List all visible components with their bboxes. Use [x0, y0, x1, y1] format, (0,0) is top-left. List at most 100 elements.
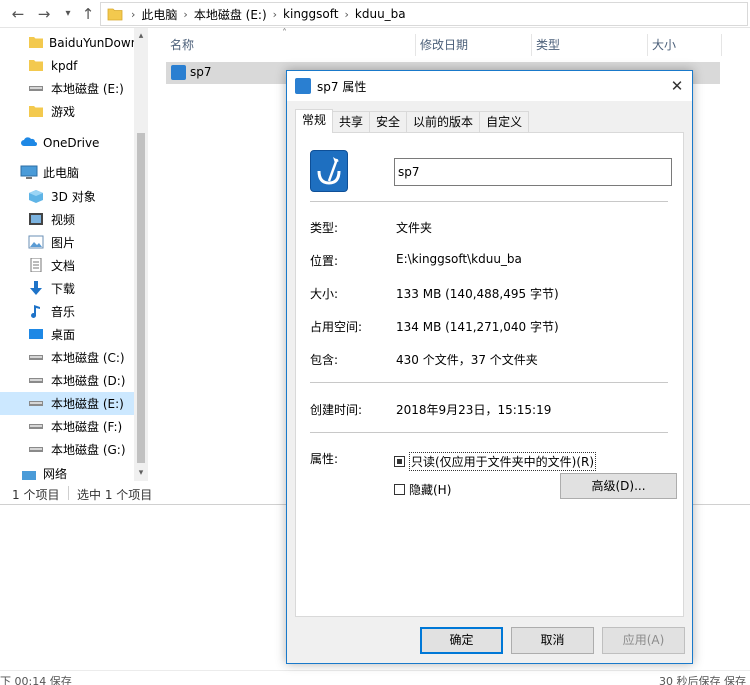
divider	[68, 486, 69, 500]
sidebar-item-3d-objects[interactable]: 3D 对象	[0, 185, 134, 208]
sidebar-item-drive-e-quick[interactable]: 本地磁盘 (E:)	[0, 77, 134, 100]
created-value: 2018年9月23日，15:15:19	[396, 403, 552, 417]
dialog-title: sp7 属性	[317, 80, 367, 94]
save-status-left: 下 00:14 保存	[0, 675, 72, 685]
sidebar-item-baiduyundown[interactable]: BaiduYunDown	[0, 31, 134, 54]
back-arrow-icon[interactable]: ←	[8, 4, 28, 24]
navigation-pane: BaiduYunDown kpdf 本地磁盘 (E:) 游戏 OneDrive …	[0, 28, 148, 481]
checkbox-icon[interactable]	[394, 484, 405, 495]
folder-name-input[interactable]	[394, 158, 672, 186]
sidebar-item-this-pc[interactable]: 此电脑	[0, 161, 134, 184]
sidebar-item-label: 本地磁盘 (F:)	[51, 420, 123, 434]
chevron-down-icon[interactable]: ▾	[136, 468, 146, 478]
chevron-up-icon[interactable]: ▴	[136, 31, 146, 41]
tab-sharing[interactable]: 共享	[332, 111, 371, 133]
sidebar-item-label: 音乐	[51, 305, 76, 319]
cancel-button[interactable]: 取消	[511, 627, 594, 654]
sidebar-item-videos[interactable]: 视频	[0, 208, 134, 231]
sidebar-item-onedrive[interactable]: OneDrive	[0, 131, 134, 154]
app-folder-icon	[310, 150, 348, 192]
sidebar-item-drive-g[interactable]: 本地磁盘 (G:)	[0, 438, 134, 461]
sidebar-item-games[interactable]: 游戏	[0, 100, 134, 123]
column-header-size[interactable]: 大小	[648, 34, 722, 56]
download-icon	[28, 280, 46, 297]
computer-icon	[20, 165, 38, 181]
dialog-titlebar[interactable]: sp7 属性 ✕	[287, 71, 692, 101]
sidebar-item-kpdf[interactable]: kpdf	[0, 54, 134, 77]
sidebar-item-label: BaiduYunDown	[49, 35, 134, 50]
disk-size-label: 占用空间:	[310, 320, 363, 334]
close-icon[interactable]: ✕	[662, 71, 692, 101]
app-folder-icon	[171, 65, 186, 80]
up-arrow-icon[interactable]: ↑	[78, 4, 98, 24]
music-icon	[28, 304, 46, 320]
pictures-icon	[28, 235, 46, 251]
address-box[interactable]: › 此电脑 › 本地磁盘 (E:) › kinggsoft › kduu_ba	[100, 2, 748, 26]
column-header-modified[interactable]: 修改日期	[416, 34, 532, 56]
tab-customize[interactable]: 自定义	[479, 111, 530, 133]
folder-icon	[28, 58, 46, 74]
sidebar-item-drive-d[interactable]: 本地磁盘 (D:)	[0, 369, 134, 392]
desktop-icon	[28, 327, 46, 343]
checkbox-indeterminate-icon[interactable]	[394, 456, 405, 467]
drive-icon	[28, 396, 46, 412]
divider	[310, 382, 668, 383]
forward-arrow-icon[interactable]: →	[34, 4, 54, 24]
cloud-icon	[20, 135, 38, 151]
folder-icon	[107, 8, 123, 21]
network-icon	[20, 468, 38, 480]
type-label: 类型:	[310, 221, 339, 235]
ok-button[interactable]: 确定	[420, 627, 503, 654]
breadcrumb-item[interactable]: 本地磁盘 (E:)	[188, 6, 273, 23]
sidebar-item-label: 桌面	[51, 328, 76, 342]
video-icon	[28, 212, 46, 228]
hidden-label: 隐藏(H)	[409, 483, 452, 497]
drive-icon	[28, 350, 46, 366]
file-name: sp7	[190, 65, 212, 79]
sidebar-item-drive-e[interactable]: 本地磁盘 (E:)	[0, 392, 134, 415]
selected-count: 选中 1 个项目	[77, 488, 153, 502]
sidebar-scrollbar[interactable]: ▴ ▾	[134, 28, 148, 481]
tab-previous-versions[interactable]: 以前的版本	[406, 111, 481, 133]
attributes-label: 属性:	[310, 452, 339, 466]
sidebar-item-downloads[interactable]: 下载	[0, 277, 134, 300]
sidebar-item-label: OneDrive	[43, 135, 100, 150]
recent-locations-chevron-icon[interactable]: ▾	[58, 4, 78, 24]
tab-strip: 常规 共享 安全 以前的版本 自定义	[295, 109, 530, 133]
sidebar-item-label: 图片	[51, 236, 76, 250]
size-label: 大小:	[310, 287, 339, 301]
drive-icon	[28, 419, 46, 435]
column-header-name[interactable]: 名称	[166, 34, 416, 56]
sidebar-item-desktop[interactable]: 桌面	[0, 323, 134, 346]
location-value: E:\kinggsoft\kduu_ba	[396, 252, 522, 266]
sidebar-item-label: 网络	[43, 468, 68, 480]
sidebar-item-network[interactable]: 网络	[0, 468, 134, 481]
properties-dialog: sp7 属性 ✕ 常规 共享 安全 以前的版本 自定义 类型: 文件夹 位置: …	[286, 70, 693, 664]
divider	[310, 201, 668, 202]
column-header-type[interactable]: 类型	[532, 34, 648, 56]
sidebar-item-drive-f[interactable]: 本地磁盘 (F:)	[0, 415, 134, 438]
breadcrumb-item[interactable]: kduu_ba	[349, 7, 412, 21]
tab-security[interactable]: 安全	[369, 111, 408, 133]
background-window-strip: 下 00:14 保存 30 秒后保存 保存	[0, 670, 750, 685]
scrollbar-thumb[interactable]	[137, 133, 145, 463]
sidebar-item-documents[interactable]: 文档	[0, 254, 134, 277]
save-status-right: 30 秒后保存 保存	[659, 675, 746, 685]
breadcrumb-item[interactable]: kinggsoft	[277, 7, 344, 21]
sidebar-item-pictures[interactable]: 图片	[0, 231, 134, 254]
documents-icon	[28, 257, 46, 274]
readonly-checkbox[interactable]: 只读(仅应用于文件夹中的文件)(R)	[394, 452, 597, 471]
sidebar-item-label: 本地磁盘 (E:)	[51, 397, 124, 411]
item-count: 1 个项目	[12, 488, 60, 502]
apply-button[interactable]: 应用(A)	[602, 627, 685, 654]
sidebar-item-label: 本地磁盘 (G:)	[51, 443, 126, 457]
sidebar-item-label: 视频	[51, 213, 76, 227]
hidden-checkbox[interactable]: 隐藏(H)	[394, 481, 451, 498]
sidebar-item-label: 本地磁盘 (C:)	[51, 351, 125, 365]
folder-icon	[28, 35, 44, 51]
sidebar-item-music[interactable]: 音乐	[0, 300, 134, 323]
breadcrumb-item[interactable]: 此电脑	[135, 6, 183, 23]
tab-general[interactable]: 常规	[295, 109, 334, 133]
advanced-button[interactable]: 高级(D)...	[560, 473, 677, 499]
sidebar-item-drive-c[interactable]: 本地磁盘 (C:)	[0, 346, 134, 369]
